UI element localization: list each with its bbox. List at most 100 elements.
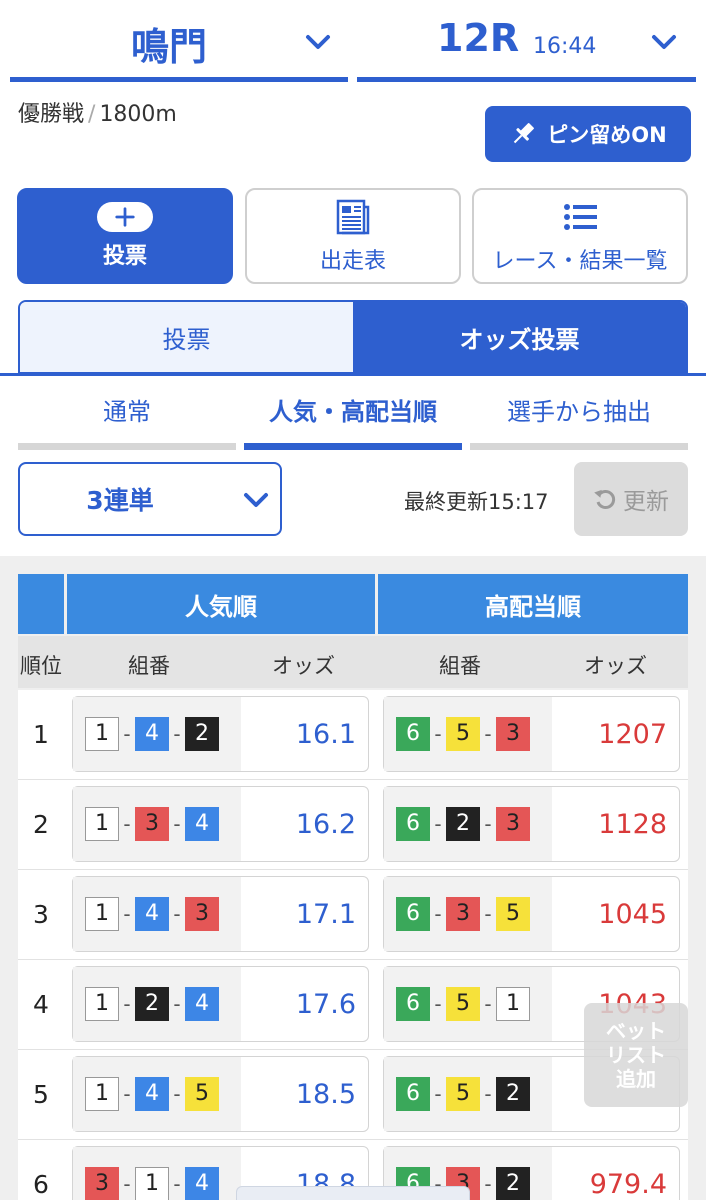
race-separator: / xyxy=(88,102,96,127)
bottom-drawer-handle[interactable] xyxy=(236,1186,470,1200)
odds-cell-high[interactable]: 6-2-3 1128 xyxy=(383,786,680,862)
combination: 1-2-4 xyxy=(73,967,241,1041)
mode-tabs-underline xyxy=(0,373,706,376)
col-rank: 順位 xyxy=(20,654,62,678)
race-grade: 優勝戦 xyxy=(18,102,85,127)
race-distance: 1800m xyxy=(99,102,177,127)
table-row: 1 1-4-2 16.1 6-5-3 1207 xyxy=(18,690,688,780)
betlist-label: ベット リスト 追加 xyxy=(606,1019,666,1091)
nav-vote-label: 投票 xyxy=(102,244,147,269)
tab-vote[interactable]: 投票 xyxy=(20,302,353,372)
rank-cell: 6 xyxy=(33,1170,49,1199)
add-to-betlist-button[interactable]: ベット リスト 追加 xyxy=(584,1003,688,1107)
col-combo-high: 組番 xyxy=(439,654,481,678)
combination: 6-5-2 xyxy=(384,1057,552,1131)
odds-cell-popular[interactable]: 1-3-4 16.2 xyxy=(72,786,369,862)
boat-number: 4 xyxy=(185,1167,219,1200)
odds-value: 16.2 xyxy=(295,808,356,840)
list-icon xyxy=(564,204,597,230)
combo-dash: - xyxy=(484,1082,492,1106)
refresh-button[interactable]: 更新 xyxy=(574,462,688,536)
pin-toggle-button[interactable]: ピン留めON xyxy=(485,106,691,162)
boat-number: 3 xyxy=(496,807,530,841)
combination: 1-4-2 xyxy=(73,697,241,771)
boat-number: 6 xyxy=(396,1077,430,1111)
col-combo-popular: 組番 xyxy=(128,654,170,678)
tab-sort-pick-label: 選手から抽出 xyxy=(507,398,651,426)
header-popular: 人気順 xyxy=(67,574,375,634)
race-select[interactable]: 12R 16:44 xyxy=(357,0,696,82)
combo-dash: - xyxy=(173,1082,181,1106)
odds-value: 1128 xyxy=(598,808,667,840)
boat-number: 4 xyxy=(135,897,169,931)
race-title: 優勝戦/1800m xyxy=(18,96,177,128)
boat-number: 1 xyxy=(496,987,530,1021)
tab-indicator xyxy=(470,443,688,450)
tab-sort-normal[interactable]: 通常 xyxy=(18,388,236,450)
combination: 6-2-3 xyxy=(384,787,552,861)
boat-number: 4 xyxy=(185,807,219,841)
odds-value: 17.1 xyxy=(295,898,356,930)
nav-entry-label: 出走表 xyxy=(319,249,386,274)
odds-cell-popular[interactable]: 1-4-3 17.1 xyxy=(72,876,369,952)
odds-cell-high[interactable]: 6-5-3 1207 xyxy=(383,696,680,772)
boat-number: 1 xyxy=(85,1077,119,1111)
pin-icon xyxy=(514,123,535,144)
tab-odds-vote[interactable]: オッズ投票 xyxy=(353,302,686,372)
boat-number: 1 xyxy=(85,717,119,751)
boat-number: 5 xyxy=(446,1077,480,1111)
odds-cell-popular[interactable]: 1-2-4 17.6 xyxy=(72,966,369,1042)
boat-number: 4 xyxy=(135,1077,169,1111)
chevron-down-icon xyxy=(306,35,330,49)
vote-mode-tabs: 投票 オッズ投票 xyxy=(18,300,688,374)
col-odds-popular: オッズ xyxy=(272,654,335,678)
combination: 6-5-1 xyxy=(384,967,552,1041)
odds-value: 1207 xyxy=(598,718,667,750)
table-row: 2 1-3-4 16.2 6-2-3 1128 xyxy=(18,780,688,870)
boat-number: 4 xyxy=(135,717,169,751)
place-name: 鳴門 xyxy=(130,25,207,69)
boat-number: 5 xyxy=(185,1077,219,1111)
boat-number: 2 xyxy=(446,807,480,841)
tab-sort-popular[interactable]: 人気・高配当順 xyxy=(244,388,462,450)
boat-number: 1 xyxy=(135,1167,169,1200)
chevron-down-icon xyxy=(652,35,676,49)
tab-sort-pick[interactable]: 選手から抽出 xyxy=(470,388,688,450)
bet-type-select[interactable]: 3連単 xyxy=(18,462,282,536)
nav-vote-button[interactable]: 投票 xyxy=(17,188,233,284)
combo-dash: - xyxy=(173,722,181,746)
odds-cell-popular[interactable]: 1-4-2 16.1 xyxy=(72,696,369,772)
combo-dash: - xyxy=(484,992,492,1016)
place-select[interactable]: 鳴門 xyxy=(10,0,348,82)
odds-cell-popular[interactable]: 1-4-5 18.5 xyxy=(72,1056,369,1132)
combo-dash: - xyxy=(434,902,442,926)
boat-number: 2 xyxy=(135,987,169,1021)
last-updated-text: 最終更新15:17 xyxy=(404,490,549,514)
combo-dash: - xyxy=(484,812,492,836)
newspaper-icon xyxy=(336,199,370,235)
boat-number: 5 xyxy=(446,987,480,1021)
chevron-down-icon xyxy=(244,493,268,507)
plus-icon xyxy=(97,202,153,232)
nav-results-button[interactable]: レース・結果一覧 xyxy=(472,188,688,284)
boat-number: 1 xyxy=(85,987,119,1021)
boat-number: 6 xyxy=(396,897,430,931)
nav-results-label: レース・結果一覧 xyxy=(492,249,668,274)
boat-number: 6 xyxy=(396,807,430,841)
boat-number: 6 xyxy=(396,717,430,751)
combo-dash: - xyxy=(173,812,181,836)
refresh-icon xyxy=(594,489,616,509)
odds-cell-high[interactable]: 6-3-5 1045 xyxy=(383,876,680,952)
combo-dash: - xyxy=(434,722,442,746)
combo-dash: - xyxy=(123,992,131,1016)
tab-indicator xyxy=(18,443,236,450)
nav-entry-button[interactable]: 出走表 xyxy=(245,188,461,284)
rank-cell: 4 xyxy=(33,990,49,1019)
tab-sort-popular-label: 人気・高配当順 xyxy=(269,398,437,426)
table-row: 3 1-4-3 17.1 6-3-5 1045 xyxy=(18,870,688,960)
combination: 6-3-5 xyxy=(384,877,552,951)
combo-dash: - xyxy=(123,1172,131,1196)
boat-number: 3 xyxy=(185,897,219,931)
refresh-label: 更新 xyxy=(623,489,669,515)
boat-number: 2 xyxy=(185,717,219,751)
